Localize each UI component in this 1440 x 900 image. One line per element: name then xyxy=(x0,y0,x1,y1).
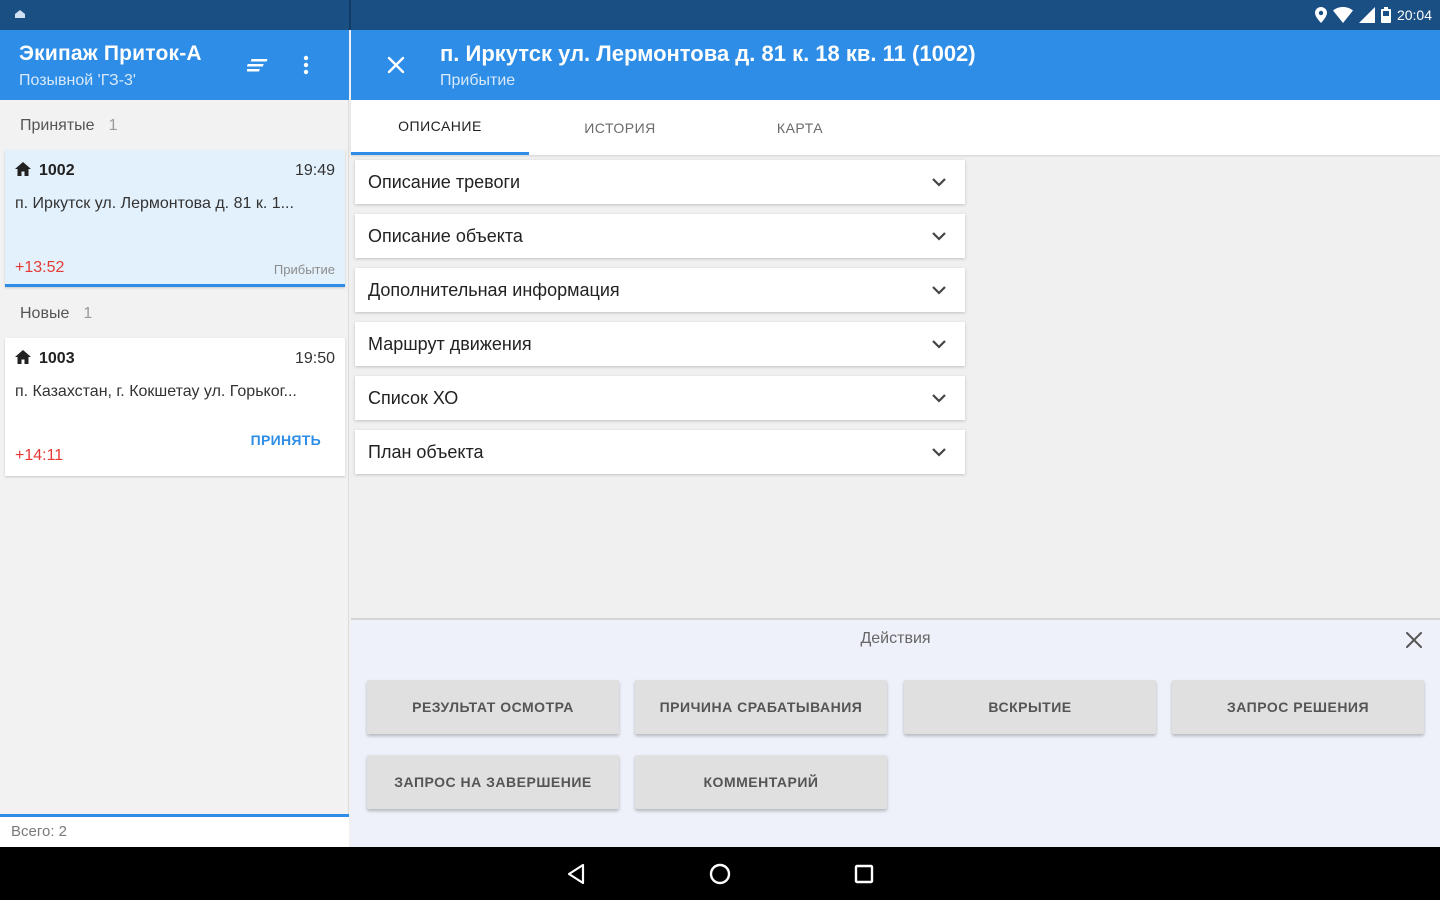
section-new-count: 1 xyxy=(83,305,93,322)
call-card-id-text: 1002 xyxy=(39,162,75,179)
call-card-id-text: 1003 xyxy=(39,350,75,367)
call-card-elapsed: +14:11 xyxy=(15,447,64,464)
close-icon[interactable] xyxy=(1402,628,1426,652)
accordion-additional-info[interactable]: Дополнительная информация xyxy=(355,268,965,312)
accordion-keyholders[interactable]: Список ХО xyxy=(355,376,965,420)
accordion-label: Дополнительная информация xyxy=(368,280,620,300)
accordion-label: Описание тревоги xyxy=(368,172,521,192)
chevron-down-icon xyxy=(932,448,946,457)
crew-app-bar: Экипаж Приток-А Позывной 'ГЗ-3' xyxy=(0,30,349,100)
chevron-down-icon xyxy=(932,394,946,403)
crew-callsign: Позывной 'ГЗ-3' xyxy=(19,72,136,89)
section-new: Новые 1 xyxy=(20,305,92,323)
call-detail-pane: п. Иркутск ул. Лермонтова д. 81 к. 18 кв… xyxy=(351,30,1440,847)
chevron-down-icon xyxy=(932,232,946,241)
call-card-1002[interactable]: 1002 19:49 п. Иркутск ул. Лермонтова д. … xyxy=(5,150,345,287)
crew-title: Экипаж Приток-А xyxy=(19,42,202,65)
detail-tabs: ОПИСАНИЕ ИСТОРИЯ КАРТА xyxy=(351,100,1440,155)
completion-request-button[interactable]: ЗАПРОС НА ЗАВЕРШЕНИЕ xyxy=(367,755,619,809)
trigger-reason-button[interactable]: ПРИЧИНА СРАБАТЫВАНИЯ xyxy=(635,680,887,734)
call-card-state: Прибытие xyxy=(273,262,335,277)
section-accepted-count: 1 xyxy=(108,117,118,134)
back-nav-icon[interactable] xyxy=(564,861,590,887)
accordion-label: Описание объекта xyxy=(368,226,523,246)
section-accepted: Принятые 1 xyxy=(20,117,117,135)
home-nav-icon[interactable] xyxy=(707,861,733,887)
call-card-time: 19:50 xyxy=(294,350,335,367)
call-card-elapsed: +13:52 xyxy=(15,259,65,276)
actions-title: Действия xyxy=(860,630,931,647)
accordion-object-plan[interactable]: План объекта xyxy=(355,430,965,474)
accordion-label: Маршрут движения xyxy=(368,334,532,354)
actions-panel: Действия РЕЗУЛЬТАТ ОСМОТРА ПРИЧИНА СРАБА… xyxy=(351,618,1440,847)
call-list-footer: Всего: 2 xyxy=(0,814,349,847)
accordion-label: Список ХО xyxy=(368,388,459,408)
notification-app-icon xyxy=(14,9,26,19)
home-icon xyxy=(15,162,31,180)
recents-nav-icon[interactable] xyxy=(851,861,877,887)
call-card-address: п. Казахстан, г. Кокшетау ул. Горьког... xyxy=(15,383,297,400)
location-icon xyxy=(1314,7,1327,23)
call-card-1003[interactable]: 1003 19:50 п. Казахстан, г. Кокшетау ул.… xyxy=(5,338,345,476)
decision-request-button[interactable]: ЗАПРОС РЕШЕНИЯ xyxy=(1172,680,1424,734)
break-in-button[interactable]: ВСКРЫТИЕ xyxy=(904,680,1156,734)
tab-map[interactable]: КАРТА xyxy=(711,100,889,155)
more-vert-icon[interactable] xyxy=(293,52,319,78)
call-app-bar: п. Иркутск ул. Лермонтова д. 81 к. 18 кв… xyxy=(351,30,1440,100)
close-icon[interactable] xyxy=(383,52,409,78)
accordion-route[interactable]: Маршрут движения xyxy=(355,322,965,366)
accordion-object-description[interactable]: Описание объекта xyxy=(355,214,965,258)
status-bar-divider xyxy=(349,0,351,30)
status-bar: 20:04 xyxy=(0,0,1440,30)
system-nav-bar xyxy=(0,847,1440,900)
home-icon xyxy=(15,350,31,368)
call-title: п. Иркутск ул. Лермонтова д. 81 к. 18 кв… xyxy=(440,41,976,66)
tab-description[interactable]: ОПИСАНИЕ xyxy=(351,100,529,155)
inspection-result-button[interactable]: РЕЗУЛЬТАТ ОСМОТРА xyxy=(367,680,619,734)
chevron-down-icon xyxy=(932,340,946,349)
section-new-label: Новые xyxy=(20,305,70,322)
battery-icon xyxy=(1380,7,1391,23)
clock: 20:04 xyxy=(1396,7,1432,23)
call-state: Прибытие xyxy=(440,72,516,89)
call-card-address: п. Иркутск ул. Лермонтова д. 81 к. 1... xyxy=(15,195,294,212)
total-count: Всего: 2 xyxy=(11,823,68,840)
call-card-time: 19:49 xyxy=(294,162,335,179)
wifi-icon xyxy=(1332,7,1353,23)
chevron-down-icon xyxy=(932,178,946,187)
accordion-alarm-description[interactable]: Описание тревоги xyxy=(355,160,965,204)
comment-button[interactable]: КОММЕНТАРИЙ xyxy=(635,755,887,809)
section-accepted-label: Принятые xyxy=(20,117,95,134)
chevron-down-icon xyxy=(932,286,946,295)
signal-icon xyxy=(1358,7,1375,23)
call-list-pane: Экипаж Приток-А Позывной 'ГЗ-3' Принятые… xyxy=(0,30,349,847)
accordion-label: План объекта xyxy=(368,442,484,462)
accept-button[interactable]: ПРИНЯТЬ xyxy=(251,432,321,448)
call-card-id: 1002 xyxy=(15,162,75,180)
filter-icon[interactable] xyxy=(246,52,272,78)
tab-history[interactable]: ИСТОРИЯ xyxy=(531,100,709,155)
call-card-id: 1003 xyxy=(15,350,75,368)
